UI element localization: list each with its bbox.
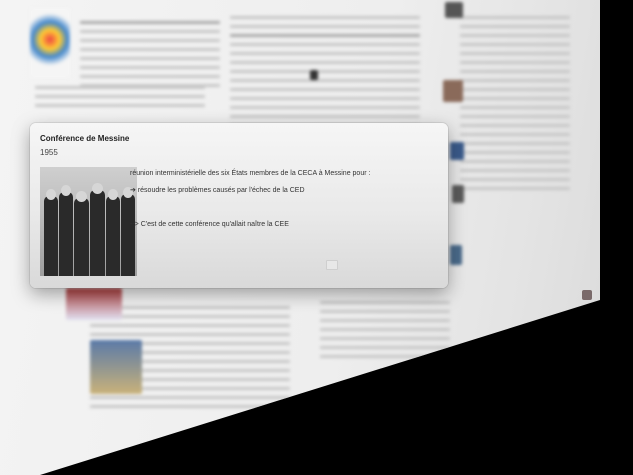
- description-bullet: ➔ résoudre les problèmes causés par l'éc…: [130, 186, 430, 196]
- thumbnail-6: [310, 70, 318, 80]
- emblem-thumbnail: [30, 8, 70, 78]
- event-date: 1955: [40, 148, 58, 157]
- thumbnail-7: [66, 288, 122, 320]
- conference-photo: [40, 167, 137, 276]
- thumbnail-4: [452, 185, 464, 203]
- corner-icon: [582, 290, 592, 300]
- arrow-icon: ➔: [130, 187, 136, 194]
- text-column-mid: [230, 10, 420, 133]
- text-column-right: [460, 10, 570, 196]
- media-icon[interactable]: [326, 260, 338, 270]
- description-line: réunion interministérielle des six États…: [130, 170, 371, 177]
- event-description: réunion interministérielle des six États…: [130, 169, 430, 237]
- bullet-text: résoudre les problèmes causés par l'éche…: [137, 187, 305, 194]
- thumbnail-8: [90, 340, 142, 394]
- thumbnail-5: [450, 245, 462, 265]
- event-popup-card[interactable]: Conférence de Messine 1955 réunion inter…: [30, 123, 448, 288]
- thumbnail-3: [450, 142, 464, 160]
- thumbnail-2: [443, 80, 463, 102]
- event-title: Conférence de Messine: [40, 134, 130, 143]
- text-column-left-low: [35, 80, 205, 113]
- description-conclusion: --> C'est de cette conférence qu'allait …: [130, 221, 289, 228]
- text-column-bottom-mid: [320, 295, 450, 364]
- thumbnail-1: [445, 2, 463, 18]
